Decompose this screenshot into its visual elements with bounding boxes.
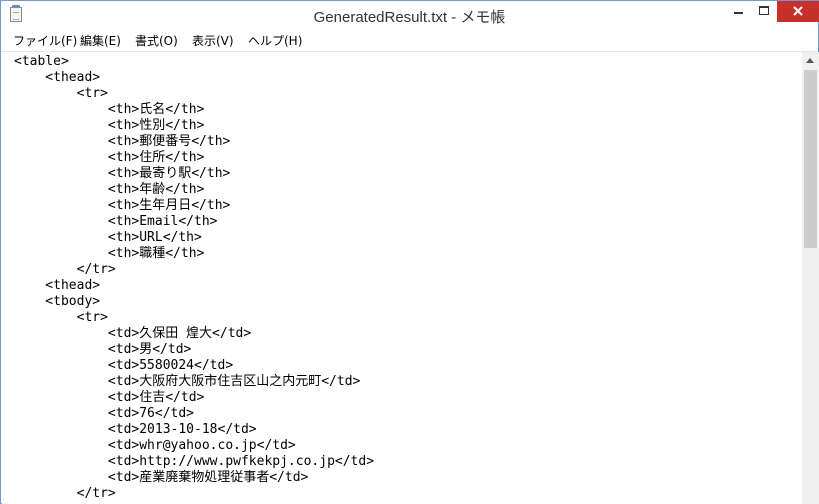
close-button[interactable]: [777, 1, 819, 22]
text-line: <th>Email</th>: [14, 214, 218, 229]
text-line: <th>URL</th>: [14, 230, 202, 245]
text-line: <thead>: [14, 278, 101, 293]
text-line: <th>住所</th>: [14, 150, 205, 165]
text-line: <th>最寄り駅</th>: [14, 166, 231, 181]
notepad-window: GeneratedResult.txt - メモ帳 ファイル(F) 編集(E) …: [0, 0, 819, 504]
menu-bar: ファイル(F) 編集(E) 書式(O) 表示(V) ヘルプ(H): [1, 30, 818, 52]
text-line: </tr>: [14, 486, 116, 501]
maximize-button[interactable]: [751, 1, 776, 22]
window-title: GeneratedResult.txt - メモ帳: [313, 9, 506, 26]
text-line: <td>2013-10-18</td>: [14, 422, 257, 437]
text-line: </tr>: [14, 262, 116, 277]
text-line: <td>産業廃棄物処理従事者</td>: [14, 470, 309, 485]
menu-view[interactable]: 表示(V): [192, 32, 234, 49]
menu-file[interactable]: ファイル(F): [13, 32, 77, 49]
text-line: <td>大阪府大阪市住吉区山之内元町</td>: [14, 374, 361, 389]
text-line: <tbody>: [14, 294, 101, 309]
close-icon: [793, 6, 803, 16]
text-editor[interactable]: <table> <thead> <tr> <th>氏名</th> <th>性別<…: [2, 52, 802, 504]
menu-help[interactable]: ヘルプ(H): [248, 32, 302, 49]
title-bar[interactable]: GeneratedResult.txt - メモ帳: [1, 1, 819, 30]
scroll-thumb[interactable]: [804, 70, 817, 248]
text-line: <table>: [14, 54, 69, 69]
vertical-scrollbar[interactable]: [802, 52, 819, 504]
menu-edit[interactable]: 編集(E): [80, 32, 121, 49]
text-line: <td>5580024</td>: [14, 358, 234, 373]
text-line: <th>年齢</th>: [14, 182, 205, 197]
text-line: <td>住吉</td>: [14, 390, 205, 405]
text-line: <th>郵便番号</th>: [14, 134, 231, 149]
text-line: <td>http://www.pwfkekpj.co.jp</td>: [14, 454, 375, 469]
text-line: <th>氏名</th>: [14, 102, 205, 117]
scroll-up-arrow-icon[interactable]: [802, 52, 819, 69]
text-line: <th>生年月日</th>: [14, 198, 231, 213]
text-line: <th>職種</th>: [14, 246, 205, 261]
minimize-button[interactable]: [726, 1, 750, 22]
text-line: <th>性別</th>: [14, 118, 205, 133]
text-line: <tr>: [14, 86, 108, 101]
text-line: <td>whr@yahoo.co.jp</td>: [14, 438, 296, 453]
text-line: <thead>: [14, 70, 101, 85]
text-line: <td>久保田 煌大</td>: [14, 326, 252, 341]
text-line: <tr>: [14, 310, 108, 325]
text-line: <td>男</td>: [14, 342, 192, 357]
text-line: <td>76</td>: [14, 406, 195, 421]
menu-format[interactable]: 書式(O): [135, 32, 178, 49]
